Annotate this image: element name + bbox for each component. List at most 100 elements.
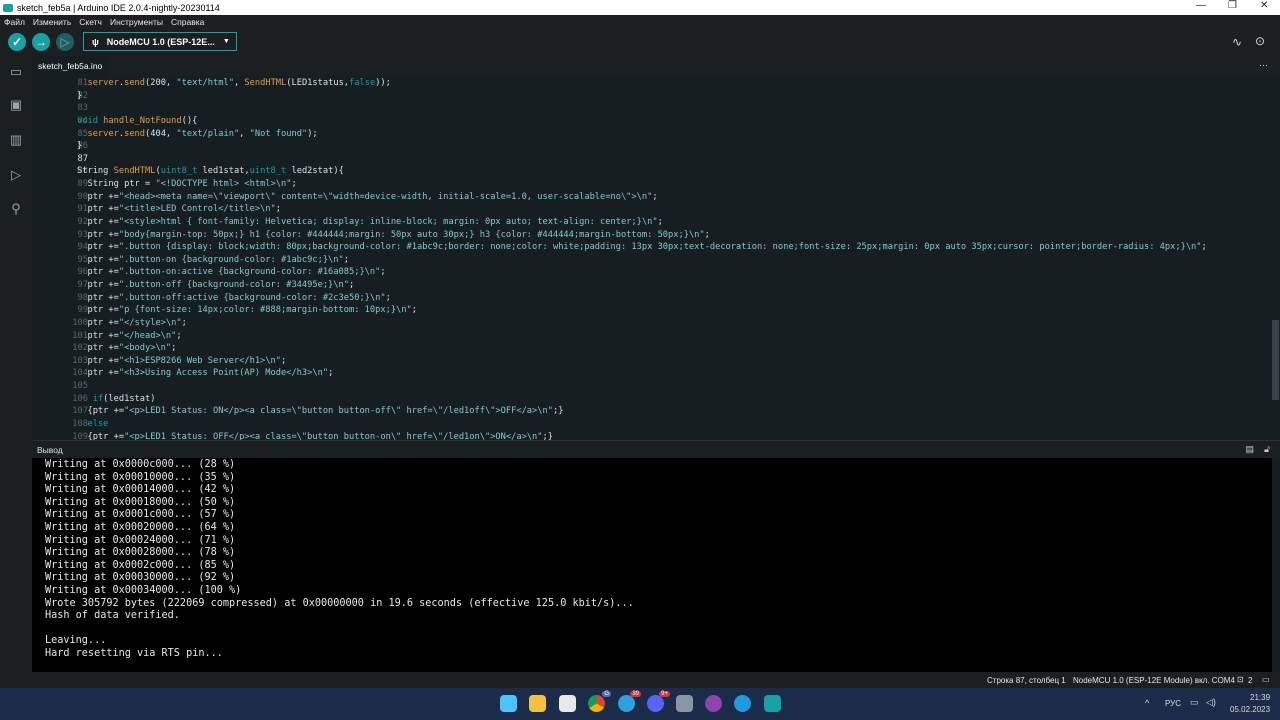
lock-icon[interactable]: 🔓︎ bbox=[1264, 444, 1270, 455]
chrome-icon[interactable]: G bbox=[588, 691, 611, 712]
store-icon[interactable] bbox=[559, 695, 576, 712]
maximize-button[interactable]: ❐ bbox=[1228, 0, 1237, 11]
tab-sketch[interactable]: sketch_feb5a.ino bbox=[32, 56, 109, 76]
serial-monitor-icon[interactable]: ⊙ bbox=[1255, 34, 1265, 48]
code-line[interactable]: 89 String ptr = "<!DOCTYPE html> <html>\… bbox=[32, 178, 1272, 191]
code-line[interactable]: 84 void handle_NotFound(){ bbox=[32, 115, 1272, 128]
code-line[interactable]: 86} bbox=[32, 140, 1272, 153]
debug-icon[interactable]: ▷ bbox=[8, 168, 24, 182]
code-line[interactable]: 109 {ptr +="<p>LED1 Status: OFF</p><a cl… bbox=[32, 431, 1272, 440]
code-line[interactable]: 91 ptr +="<title>LED Control</title>\n"; bbox=[32, 203, 1272, 216]
code-line[interactable]: 96 ptr +=".button-on:active {background-… bbox=[32, 266, 1272, 279]
code-token: "<p>LED1 Status: ON</p><a class=\"button… bbox=[124, 406, 553, 417]
github-desktop-icon[interactable] bbox=[705, 695, 722, 712]
output-line: Writing at 0x00034000... (100 %) bbox=[45, 585, 242, 596]
menu-edit[interactable]: Изменить bbox=[33, 17, 71, 27]
menu-sketch[interactable]: Скетч bbox=[79, 17, 102, 27]
calculator-icon[interactable] bbox=[676, 695, 693, 712]
tray-chevron-icon[interactable]: ^ bbox=[1145, 698, 1149, 708]
library-manager-icon[interactable]: ▥ bbox=[8, 133, 24, 147]
boards-manager-icon[interactable]: ▣ bbox=[8, 98, 24, 112]
edge-icon[interactable] bbox=[734, 695, 751, 712]
editor-scrollbar[interactable] bbox=[1272, 320, 1279, 400]
output-line: Writing at 0x00020000... (64 %) bbox=[45, 522, 236, 533]
code-token: {ptr += bbox=[77, 406, 125, 417]
code-line[interactable]: 103 ptr +="<h1>ESP8266 Web Server</h1>\n… bbox=[32, 355, 1272, 368]
code-line[interactable]: 108 else bbox=[32, 418, 1272, 431]
code-token: ".button {display: block;width: 80px;bac… bbox=[118, 242, 1202, 253]
tab-label: sketch_feb5a.ino bbox=[38, 61, 103, 71]
code-line[interactable]: 90 ptr +="<head><meta name=\"viewport\" … bbox=[32, 191, 1272, 204]
debug-button[interactable]: ▷ bbox=[56, 33, 74, 51]
code-line[interactable]: 99 ptr +="p {font-size: 14px;color: #888… bbox=[32, 304, 1272, 317]
code-line[interactable]: 101 ptr +="</head>\n"; bbox=[32, 330, 1272, 343]
telegram-icon[interactable]: 39 bbox=[618, 691, 641, 712]
more-icon[interactable]: ⋯ bbox=[1259, 60, 1268, 71]
menu-file[interactable]: Файл bbox=[4, 17, 25, 27]
volume-icon[interactable]: ◁) bbox=[1206, 697, 1216, 708]
code-line[interactable]: 97 ptr +=".button-off {background-color:… bbox=[32, 279, 1272, 292]
code-line[interactable]: 93 ptr +="body{margin-top: 50px;} h1 {co… bbox=[32, 229, 1272, 242]
clock-date[interactable]: 05.02.2023 bbox=[1230, 705, 1270, 714]
arduino-taskbar-icon[interactable] bbox=[764, 695, 781, 712]
taskbar: G 39 9+ ^ РУС ▭ ◁) 21:39 05.02.2023 bbox=[0, 688, 1280, 720]
panel-toggle-icon[interactable]: ▭ bbox=[1262, 675, 1270, 684]
folder-icon[interactable]: ▭ bbox=[8, 65, 24, 79]
code-editor[interactable]: 81 server.send(200, "text/html", SendHTM… bbox=[32, 76, 1280, 440]
code-line[interactable]: 83 bbox=[32, 102, 1272, 115]
board-selector[interactable]: ψ NodeMCU 1.0 (ESP-12E... ▼ bbox=[83, 32, 237, 51]
code-token: (led1stat) bbox=[103, 393, 156, 404]
board-status[interactable]: NodeMCU 1.0 (ESP-12E Module) вкл. COM4 bbox=[1073, 676, 1235, 685]
minimize-button[interactable]: — bbox=[1196, 0, 1206, 11]
code-token: ptr += bbox=[77, 254, 119, 265]
serial-plotter-icon[interactable]: ∿ bbox=[1232, 35, 1242, 49]
start-icon[interactable] bbox=[500, 695, 517, 712]
code-token: server bbox=[87, 78, 119, 88]
close-button[interactable]: ✕ bbox=[1260, 0, 1268, 11]
code-token: ".button-off:active {background-color: #… bbox=[118, 292, 386, 303]
clock-time[interactable]: 21:39 bbox=[1250, 693, 1270, 702]
code-line[interactable]: 100 ptr +="</style>\n"; bbox=[32, 317, 1272, 330]
code-token: ; bbox=[171, 343, 177, 354]
code-line[interactable]: 81 server.send(200, "text/html", SendHTM… bbox=[32, 77, 1272, 90]
code-token: ; bbox=[328, 368, 334, 379]
code-token: "<head><meta name=\"viewport\" content=\… bbox=[118, 191, 653, 202]
code-token: (404, bbox=[145, 128, 177, 139]
code-line[interactable]: 106 if(led1stat) bbox=[32, 393, 1272, 406]
code-text: ptr +="body{margin-top: 50px;} h1 {color… bbox=[77, 229, 709, 242]
discord-icon[interactable]: 9+ bbox=[647, 691, 670, 712]
code-token: "<style>html { font-family: Helvetica; d… bbox=[118, 216, 658, 227]
code-line[interactable]: 85 server.send(404, "text/plain", "Not f… bbox=[32, 128, 1272, 141]
code-line[interactable]: 87 bbox=[32, 153, 1272, 166]
usb-icon: ψ bbox=[92, 36, 99, 47]
code-text: ptr +="p {font-size: 14px;color: #888;ma… bbox=[77, 304, 417, 317]
upload-button[interactable]: → bbox=[32, 33, 50, 51]
code-line[interactable]: 107 {ptr +="<p>LED1 Status: ON</p><a cla… bbox=[32, 405, 1272, 418]
code-token: ; bbox=[657, 216, 663, 227]
verify-button[interactable]: ✓ bbox=[8, 33, 26, 51]
code-line[interactable]: 104 ptr +="<h3>Using Access Point(AP) Mo… bbox=[32, 367, 1272, 380]
output-line: Writing at 0x0000c000... (28 %) bbox=[45, 459, 236, 470]
search-icon[interactable]: ⚲ bbox=[8, 202, 24, 216]
code-line[interactable]: 102 ptr +="<body>\n"; bbox=[32, 342, 1272, 355]
menu-tools[interactable]: Инструменты bbox=[110, 17, 163, 27]
language-indicator[interactable]: РУС bbox=[1165, 699, 1181, 708]
code-text: ptr +="<body>\n"; bbox=[77, 342, 176, 355]
clear-output-icon[interactable]: ▤ bbox=[1245, 444, 1254, 455]
toolbar: ✓ → ▷ ψ NodeMCU 1.0 (ESP-12E... ▼ ∿ ⊙ bbox=[0, 28, 1280, 56]
menu-help[interactable]: Справка bbox=[171, 17, 204, 27]
code-line[interactable]: 98 ptr +=".button-off:active {background… bbox=[32, 292, 1272, 305]
code-line[interactable]: 92 ptr +="<style>html { font-family: Hel… bbox=[32, 216, 1272, 229]
file-explorer-icon[interactable] bbox=[529, 695, 546, 712]
network-icon[interactable]: ▭ bbox=[1190, 697, 1199, 708]
code-token: ); bbox=[307, 128, 318, 139]
notification-icon[interactable]: ⊡ bbox=[1237, 675, 1244, 684]
code-token: ".button-on:active {background-color: #1… bbox=[118, 267, 381, 278]
code-line[interactable]: 82} bbox=[32, 90, 1272, 103]
code-line[interactable]: 105 bbox=[32, 380, 1272, 393]
code-line[interactable]: 95 ptr +=".button-on {background-color: … bbox=[32, 254, 1272, 267]
code-line[interactable]: 88 String SendHTML(uint8_t led1stat,uint8… bbox=[32, 165, 1272, 178]
code-token: "<h1>ESP8266 Web Server</h1>\n" bbox=[118, 355, 281, 366]
code-line[interactable]: 94 ptr +=".button {display: block;width:… bbox=[32, 241, 1272, 254]
